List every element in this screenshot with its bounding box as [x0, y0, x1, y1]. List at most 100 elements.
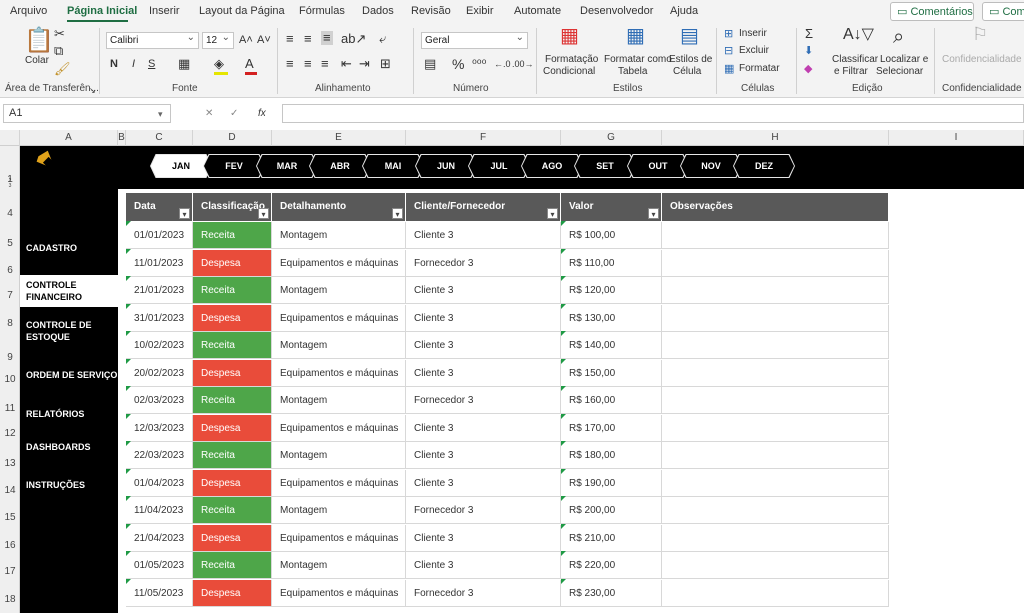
- table-cell-detail[interactable]: Equipamentos e máquinas: [272, 524, 406, 552]
- table-cell-notes[interactable]: [662, 332, 889, 359]
- autosum-icon[interactable]: Σ: [805, 27, 813, 41]
- tab-desenvolvedor[interactable]: Desenvolvedor: [580, 5, 653, 17]
- table-cell-value[interactable]: R$ 210,00: [561, 524, 662, 552]
- month-tab-mai[interactable]: MAI: [363, 155, 423, 177]
- table-cell-notes[interactable]: [662, 249, 889, 277]
- table-cell-classification[interactable]: Receita: [193, 497, 272, 524]
- row-header[interactable]: 15: [0, 512, 20, 523]
- align-center-icon[interactable]: ≡: [304, 57, 312, 71]
- row-header[interactable]: 17: [0, 566, 20, 577]
- conditional-formatting-label-1[interactable]: Formatação: [545, 54, 598, 66]
- table-cell-value[interactable]: R$ 220,00: [561, 552, 662, 579]
- table-cell-value[interactable]: R$ 230,00: [561, 579, 662, 607]
- table-cell-value[interactable]: R$ 120,00: [561, 277, 662, 304]
- table-cell-client-supplier[interactable]: Fornecedor 3: [406, 387, 561, 414]
- table-cell-value[interactable]: R$ 140,00: [561, 332, 662, 359]
- tab-dados[interactable]: Dados: [362, 5, 394, 17]
- table-cell-client-supplier[interactable]: Cliente 3: [406, 359, 561, 387]
- table-cell-classification[interactable]: Despesa: [193, 524, 272, 552]
- table-cell-classification[interactable]: Despesa: [193, 304, 272, 332]
- table-cell-client-supplier[interactable]: Cliente 3: [406, 277, 561, 304]
- table-cell-date[interactable]: 11/04/2023: [126, 497, 193, 524]
- tab-revisao[interactable]: Revisão: [411, 5, 451, 17]
- table-cell-date[interactable]: 01/05/2023: [126, 552, 193, 579]
- table-cell-client-supplier[interactable]: Cliente 3: [406, 442, 561, 469]
- table-cell-date[interactable]: 01/01/2023: [126, 222, 193, 249]
- table-cell-value[interactable]: R$ 110,00: [561, 249, 662, 277]
- table-cell-client-supplier[interactable]: Cliente 3: [406, 304, 561, 332]
- table-cell-client-supplier[interactable]: Cliente 3: [406, 469, 561, 497]
- wrap-text-icon[interactable]: ⤶: [379, 32, 386, 46]
- sensitivity-icon[interactable]: ⚐: [972, 25, 988, 43]
- table-cell-date[interactable]: 01/04/2023: [126, 469, 193, 497]
- decrease-font-icon[interactable]: A˅: [257, 33, 271, 47]
- table-cell-client-supplier[interactable]: Cliente 3: [406, 524, 561, 552]
- table-cell-date[interactable]: 20/02/2023: [126, 359, 193, 387]
- italic-button[interactable]: I: [132, 58, 135, 70]
- month-tab-out[interactable]: OUT: [628, 155, 688, 177]
- copy-icon[interactable]: ⧉: [54, 44, 63, 58]
- row-header[interactable]: 13: [0, 458, 20, 469]
- row-header[interactable]: 18: [0, 594, 20, 605]
- table-cell-value[interactable]: R$ 190,00: [561, 469, 662, 497]
- increase-font-icon[interactable]: A˄: [239, 33, 253, 47]
- increase-decimal-icon[interactable]: ←.0: [494, 57, 511, 71]
- table-cell-detail[interactable]: Equipamentos e máquinas: [272, 359, 406, 387]
- table-cell-classification[interactable]: Receita: [193, 332, 272, 359]
- table-cell-detail[interactable]: Montagem: [272, 552, 406, 579]
- table-cell-detail[interactable]: Montagem: [272, 277, 406, 304]
- sensitivity-button[interactable]: Confidencialidade: [942, 54, 1022, 66]
- column-header-e[interactable]: E: [272, 130, 406, 146]
- row-header[interactable]: 4: [0, 208, 20, 219]
- month-tab-nov[interactable]: NOV: [681, 155, 741, 177]
- table-cell-notes[interactable]: [662, 414, 889, 442]
- name-box[interactable]: A1: [3, 104, 171, 123]
- row-header[interactable]: 16: [0, 540, 20, 551]
- cell-styles-label-2[interactable]: Célula: [673, 66, 701, 78]
- table-cell-notes[interactable]: [662, 222, 889, 249]
- table-cell-value[interactable]: R$ 170,00: [561, 414, 662, 442]
- decrease-indent-icon[interactable]: ⇤: [341, 57, 352, 71]
- row-header[interactable]: 3: [0, 183, 20, 189]
- column-header-f[interactable]: F: [406, 130, 561, 146]
- table-cell-date[interactable]: 12/03/2023: [126, 414, 193, 442]
- table-cell-client-supplier[interactable]: Cliente 3: [406, 552, 561, 579]
- find-select-label-2[interactable]: Selecionar: [876, 66, 923, 78]
- tab-layout-da-pagina[interactable]: Layout da Página: [199, 5, 285, 17]
- table-cell-classification[interactable]: Despesa: [193, 579, 272, 607]
- filter-dropdown-icon[interactable]: ▾: [648, 208, 659, 219]
- table-cell-date[interactable]: 11/01/2023: [126, 249, 193, 277]
- table-cell-classification[interactable]: Despesa: [193, 414, 272, 442]
- month-tab-jul[interactable]: JUL: [469, 155, 529, 177]
- tab-inserir[interactable]: Inserir: [149, 5, 180, 17]
- align-top-icon[interactable]: ≡: [286, 32, 294, 46]
- column-header-g[interactable]: G: [561, 130, 662, 146]
- table-cell-date[interactable]: 21/04/2023: [126, 524, 193, 552]
- cell-styles-label-1[interactable]: Estilos de: [669, 54, 712, 66]
- delete-cells-icon[interactable]: ⊟: [724, 44, 733, 58]
- column-header-i[interactable]: I: [889, 130, 1024, 146]
- row-header[interactable]: 8: [0, 318, 20, 329]
- tab-automate[interactable]: Automate: [514, 5, 561, 17]
- table-cell-notes[interactable]: [662, 359, 889, 387]
- fill-color-icon[interactable]: ◈: [214, 57, 224, 71]
- filter-dropdown-icon[interactable]: ▾: [392, 208, 403, 219]
- name-box-dropdown-icon[interactable]: ▾: [158, 108, 163, 120]
- table-cell-detail[interactable]: Montagem: [272, 332, 406, 359]
- table-cell-notes[interactable]: [662, 277, 889, 304]
- tab-ajuda[interactable]: Ajuda: [670, 5, 698, 17]
- insert-cells-button[interactable]: Inserir: [739, 28, 767, 40]
- table-cell-detail[interactable]: Montagem: [272, 497, 406, 524]
- font-color-icon[interactable]: A: [245, 57, 254, 71]
- align-left-icon[interactable]: ≡: [286, 57, 294, 71]
- table-cell-detail[interactable]: Equipamentos e máquinas: [272, 579, 406, 607]
- table-cell-classification[interactable]: Receita: [193, 222, 272, 249]
- table-cell-classification[interactable]: Despesa: [193, 469, 272, 497]
- table-cell-date[interactable]: 02/03/2023: [126, 387, 193, 414]
- cut-icon[interactable]: ✂: [54, 27, 65, 41]
- format-as-table-label-1[interactable]: Formatar como: [604, 54, 672, 66]
- month-tab-set[interactable]: SET: [575, 155, 635, 177]
- table-cell-detail[interactable]: Equipamentos e máquinas: [272, 414, 406, 442]
- table-cell-client-supplier[interactable]: Cliente 3: [406, 332, 561, 359]
- dialog-launcher-icon[interactable]: ↘: [89, 84, 96, 98]
